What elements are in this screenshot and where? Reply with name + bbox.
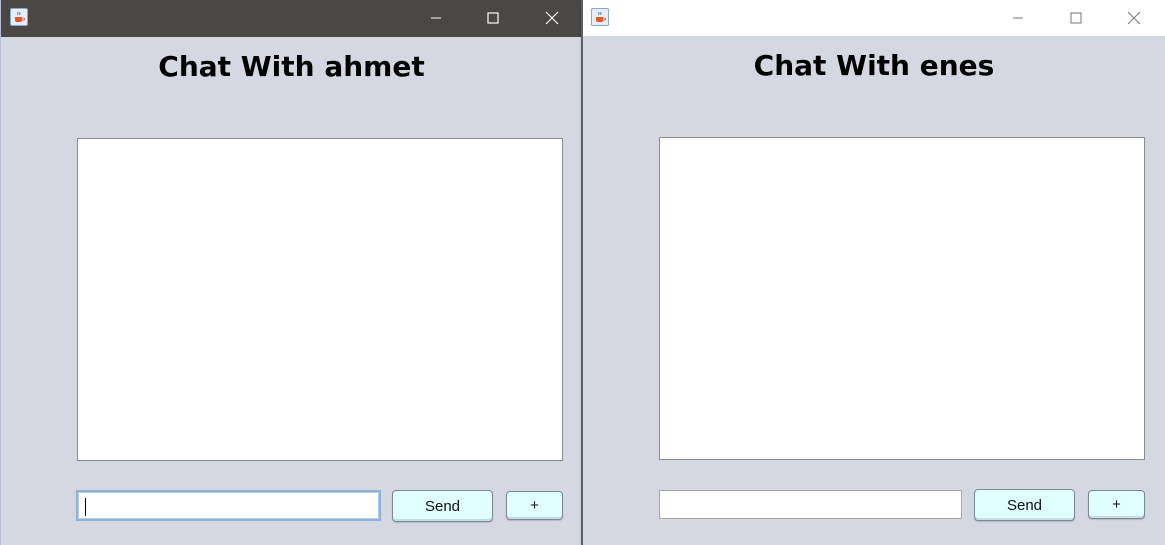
message-input[interactable] xyxy=(659,490,962,519)
chat-title: Chat With ahmet xyxy=(158,50,425,83)
maximize-button[interactable] xyxy=(1047,0,1105,36)
close-button[interactable] xyxy=(523,0,581,36)
chat-window-enes: Chat With enes Send + xyxy=(583,0,1165,545)
text-caret xyxy=(85,498,86,516)
chat-history-area[interactable] xyxy=(77,138,563,461)
minimize-button[interactable] xyxy=(407,0,465,36)
java-coffee-cup-icon[interactable] xyxy=(591,8,609,26)
minimize-icon xyxy=(431,17,441,19)
minimize-button[interactable] xyxy=(989,0,1047,36)
maximize-button[interactable] xyxy=(464,0,522,36)
chat-title: Chat With enes xyxy=(753,49,995,82)
send-button[interactable]: Send xyxy=(974,489,1075,521)
title-bar[interactable] xyxy=(1,0,582,37)
close-icon xyxy=(1127,11,1141,25)
message-input[interactable] xyxy=(76,490,381,521)
close-button[interactable] xyxy=(1105,0,1163,36)
send-button[interactable]: Send xyxy=(392,490,493,522)
attach-plus-button[interactable]: + xyxy=(1088,490,1145,519)
chat-window-ahmet: Chat With ahmet Send + xyxy=(0,0,582,545)
maximize-icon xyxy=(487,12,499,24)
title-bar[interactable] xyxy=(583,0,1165,36)
minimize-icon xyxy=(1013,17,1023,19)
close-icon xyxy=(545,11,559,25)
chat-history-area[interactable] xyxy=(659,137,1145,460)
attach-plus-button[interactable]: + xyxy=(506,491,563,520)
java-coffee-cup-icon[interactable] xyxy=(10,8,28,26)
maximize-icon xyxy=(1070,12,1082,24)
